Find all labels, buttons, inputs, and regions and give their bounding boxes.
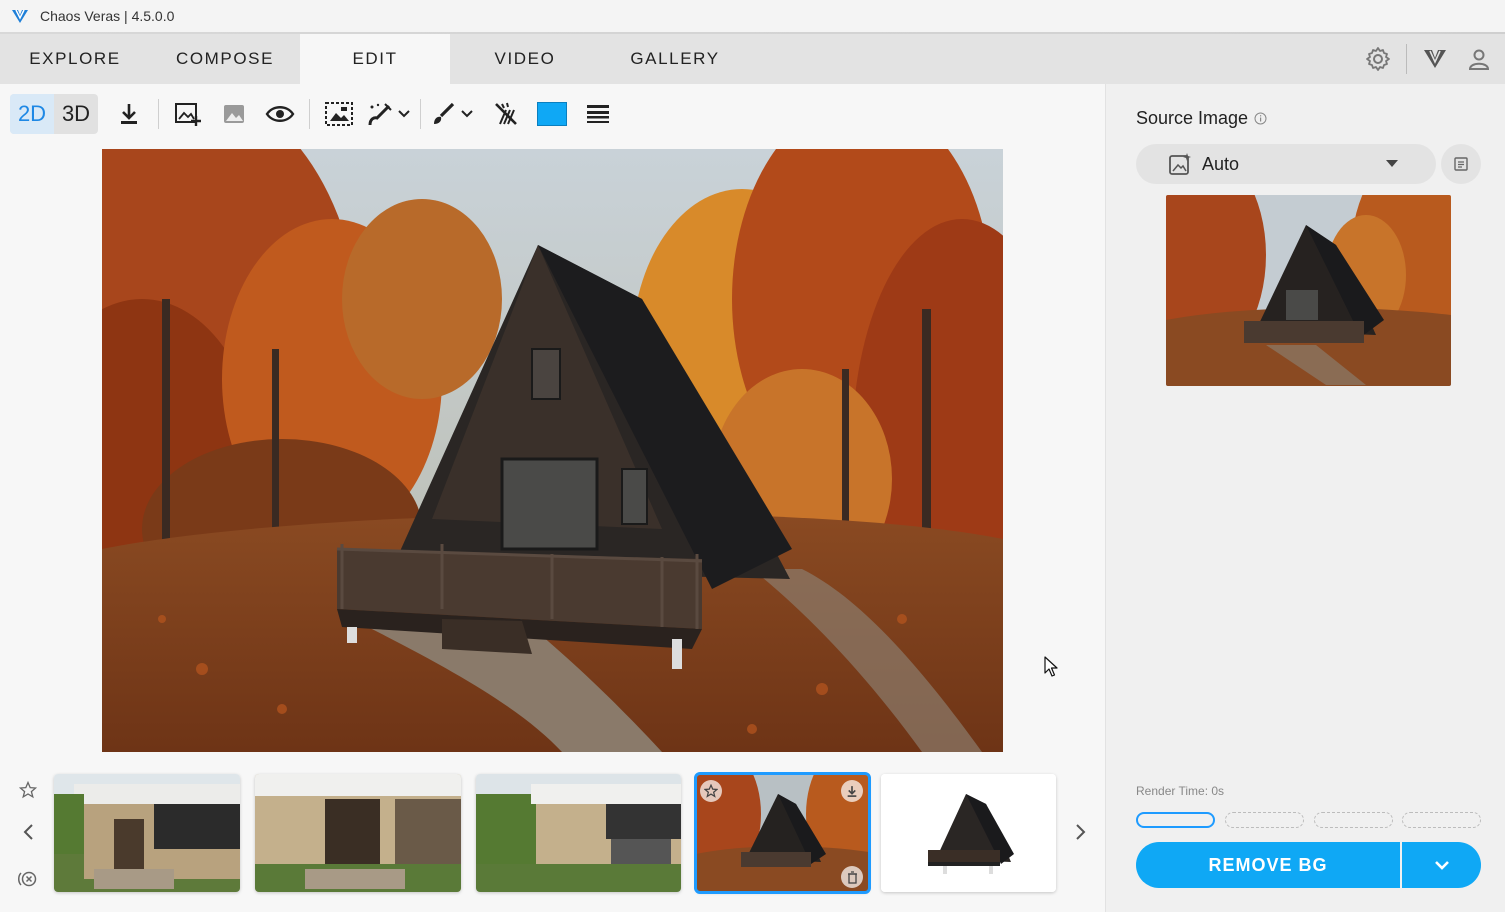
- source-mode-select[interactable]: Auto: [1136, 144, 1436, 184]
- mode-toggle: 2D 3D: [10, 94, 98, 134]
- source-image-heading: Source Image: [1136, 108, 1267, 129]
- info-icon[interactable]: [1254, 112, 1267, 125]
- delete-thumbnail-button[interactable]: [841, 866, 863, 888]
- chevron-down-icon: [398, 110, 410, 118]
- source-notes-button[interactable]: [1441, 144, 1481, 184]
- tab-video[interactable]: VIDEO: [450, 34, 600, 84]
- remove-bg-button[interactable]: REMOVE BG: [1136, 842, 1400, 888]
- select-region-button[interactable]: [316, 94, 362, 134]
- lines-icon: [587, 105, 609, 123]
- thumbnail-5[interactable]: [881, 774, 1056, 892]
- star-icon: [19, 781, 37, 799]
- title-bar: Chaos Veras | 4.5.0.0: [0, 0, 1505, 32]
- next-thumbnails-button[interactable]: [1068, 819, 1094, 845]
- tab-edit[interactable]: EDIT: [300, 34, 450, 84]
- previous-thumbnails-button[interactable]: [14, 818, 42, 846]
- chaos-veras-logo-icon: [12, 9, 28, 23]
- remove-bg-options-button[interactable]: [1402, 842, 1481, 888]
- magic-brush-dropdown[interactable]: [362, 94, 414, 134]
- brush-dropdown[interactable]: [427, 94, 477, 134]
- no-mask-icon: [495, 102, 517, 125]
- document-icon: [1454, 157, 1468, 171]
- source-panel: Source Image Auto Render Time: 0s REMOVE…: [1105, 84, 1505, 912]
- top-nav: EXPLORE COMPOSE EDIT VIDEO GALLERY: [0, 34, 1505, 84]
- window-title: Chaos Veras | 4.5.0.0: [40, 8, 175, 24]
- favorite-thumbnail-button[interactable]: [700, 780, 722, 802]
- user-icon: [1468, 49, 1490, 70]
- download-icon: [847, 785, 857, 797]
- color-picker-button[interactable]: [529, 94, 575, 134]
- thumbnail-1[interactable]: [54, 774, 240, 892]
- source-image-preview[interactable]: [1166, 195, 1451, 386]
- no-mask-button[interactable]: [483, 94, 529, 134]
- download-thumbnail-button[interactable]: [841, 780, 863, 802]
- trash-icon: [847, 870, 857, 884]
- gear-icon: [1366, 47, 1390, 71]
- source-mode-value: Auto: [1202, 153, 1240, 174]
- magic-brush-icon: [368, 103, 392, 126]
- add-image-icon: [175, 103, 201, 126]
- eye-icon: [265, 106, 295, 122]
- clear-thumbnails-button[interactable]: [14, 865, 42, 893]
- toolbar-separator: [158, 99, 159, 129]
- image-icon: [224, 105, 244, 123]
- toolbar-separator: [309, 99, 310, 129]
- edit-canvas-image[interactable]: [102, 149, 1003, 752]
- editor-area: 2D 3D: [0, 84, 1105, 912]
- download-button[interactable]: [106, 94, 152, 134]
- star-icon: [704, 784, 718, 798]
- color-swatch: [537, 102, 567, 126]
- brush-icon: [434, 102, 455, 124]
- image-button[interactable]: [211, 94, 257, 134]
- veras-menu-button[interactable]: [1413, 37, 1457, 81]
- clear-circle-icon: [18, 871, 37, 887]
- layers-button[interactable]: [575, 94, 621, 134]
- render-time-label: Render Time: 0s: [1136, 784, 1225, 798]
- chevron-down-icon: [461, 110, 473, 118]
- nav-separator: [1406, 44, 1407, 74]
- caret-down-icon: [1386, 160, 1398, 167]
- progress-step-2: [1225, 812, 1304, 828]
- account-button[interactable]: [1457, 37, 1501, 81]
- tab-gallery[interactable]: GALLERY: [600, 34, 750, 84]
- mouse-cursor-icon: [1044, 656, 1058, 677]
- favorite-filter-button[interactable]: [14, 776, 42, 804]
- chevron-down-icon: [1434, 861, 1449, 870]
- progress-step-3: [1314, 812, 1393, 828]
- veras-logo-icon: [1424, 50, 1446, 68]
- preview-button[interactable]: [257, 94, 303, 134]
- thumbnail-2[interactable]: [255, 774, 461, 892]
- tab-compose[interactable]: COMPOSE: [150, 34, 300, 84]
- thumbnail-3[interactable]: [476, 774, 681, 892]
- source-image-label: Source Image: [1136, 108, 1249, 128]
- toolbar-separator: [420, 99, 421, 129]
- mode-2d-button[interactable]: 2D: [10, 94, 54, 134]
- auto-sparkle-image-icon: [1169, 153, 1191, 175]
- chevron-left-icon: [23, 824, 33, 840]
- add-image-button[interactable]: [165, 94, 211, 134]
- progress-step-4: [1402, 812, 1481, 828]
- progress-step-1: [1136, 812, 1215, 828]
- mode-3d-button[interactable]: 3D: [54, 94, 98, 134]
- thumbnail-4-selected[interactable]: [694, 772, 871, 894]
- edit-toolbar: 2D 3D: [10, 94, 621, 134]
- tab-explore[interactable]: EXPLORE: [0, 34, 150, 84]
- select-region-icon: [325, 102, 353, 126]
- chevron-right-icon: [1076, 824, 1086, 840]
- download-icon: [121, 104, 137, 124]
- settings-button[interactable]: [1356, 37, 1400, 81]
